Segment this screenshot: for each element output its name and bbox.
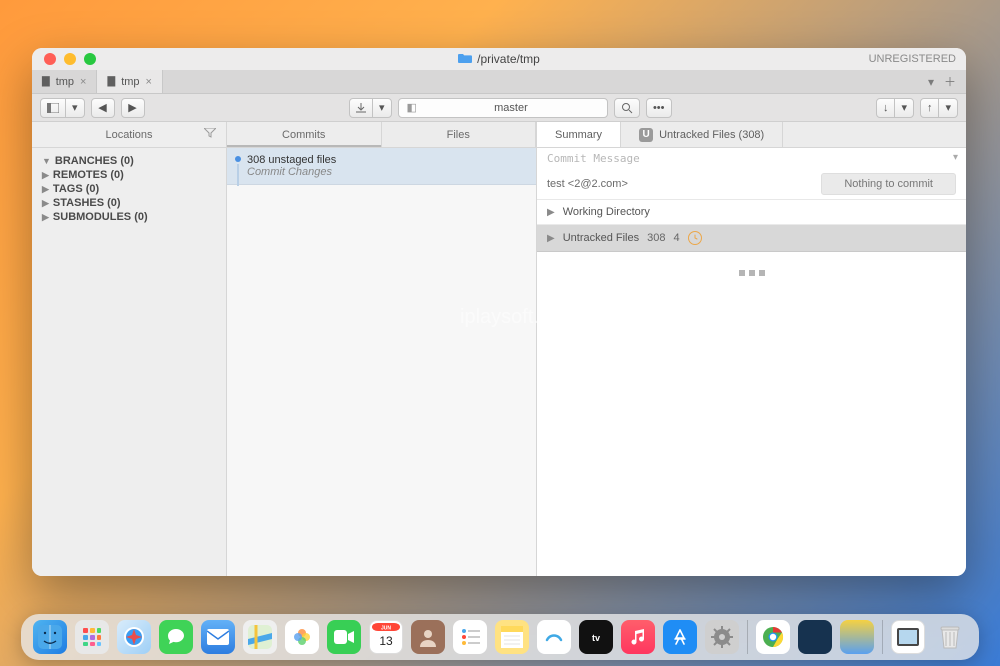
dropdown-icon[interactable]: ▾ bbox=[953, 152, 958, 163]
dock-app-contacts[interactable] bbox=[411, 620, 445, 654]
dock-app-tv[interactable]: tv bbox=[579, 620, 613, 654]
dock-app-calendar[interactable]: JUN 13 bbox=[369, 620, 403, 654]
dock-app-other-2[interactable] bbox=[840, 620, 874, 654]
untracked-extra: 4 bbox=[673, 232, 679, 244]
window-title: /private/tmp bbox=[477, 52, 540, 66]
untracked-badge-icon: U bbox=[639, 128, 653, 142]
section-working-directory[interactable]: ▶ Working Directory bbox=[537, 200, 966, 225]
unregistered-label: UNREGISTERED bbox=[869, 53, 956, 65]
untracked-count: 308 bbox=[647, 232, 665, 244]
back-button[interactable]: ◀ bbox=[91, 98, 115, 118]
commit-subtitle: Commit Changes bbox=[247, 166, 526, 178]
sidebar-item-stashes[interactable]: ▶STASHES (0) bbox=[42, 196, 216, 210]
svg-text:JUN: JUN bbox=[381, 626, 391, 632]
dock-app-reminders[interactable] bbox=[453, 620, 487, 654]
folder-icon: ▇ bbox=[107, 76, 115, 87]
detail-panel: Summary U Untracked Files (308) Commit M… bbox=[537, 122, 966, 576]
tab-summary[interactable]: Summary bbox=[537, 122, 621, 147]
dock-app-preview[interactable] bbox=[891, 620, 925, 654]
commit-item-unstaged[interactable]: 308 unstaged files Commit Changes bbox=[227, 148, 536, 185]
pull-button[interactable]: ↓▾ bbox=[876, 98, 914, 118]
stash-button[interactable]: ▾ bbox=[349, 98, 392, 118]
file-tabbar: ▇ tmp × ▇ tmp × ▾ ＋ bbox=[32, 70, 966, 94]
dock-app-maps[interactable] bbox=[243, 620, 277, 654]
chevron-right-icon: ▶ bbox=[547, 207, 555, 218]
filter-icon[interactable] bbox=[204, 128, 216, 141]
section-untracked-files[interactable]: ▶ Untracked Files 308 4 bbox=[537, 225, 966, 252]
sidebar: Locations ▼BRANCHES (0) ▶REMOTES (0) ▶TA… bbox=[32, 122, 227, 576]
tab-untracked[interactable]: U Untracked Files (308) bbox=[621, 122, 783, 147]
commit-dot-icon bbox=[235, 156, 241, 162]
tab-tmp-1[interactable]: ▇ tmp × bbox=[32, 70, 97, 93]
nothing-to-commit-button[interactable]: Nothing to commit bbox=[821, 173, 956, 195]
more-button[interactable]: ••• bbox=[646, 98, 672, 118]
dock-app-finder[interactable] bbox=[33, 620, 67, 654]
toolbar: ▾ ◀ ▶ ▾ ◧ master ••• ↓▾ ↑▾ bbox=[32, 94, 966, 122]
new-tab-button[interactable]: ＋ bbox=[944, 73, 956, 90]
tab-commits[interactable]: Commits bbox=[227, 122, 382, 147]
dock-app-chrome[interactable] bbox=[756, 620, 790, 654]
commit-message-input[interactable]: Commit Message bbox=[537, 148, 966, 169]
push-button[interactable]: ↑▾ bbox=[920, 98, 958, 118]
branch-selector[interactable]: ◧ master bbox=[398, 98, 608, 118]
search-button[interactable] bbox=[614, 98, 640, 118]
commits-column: Commits Files 308 unstaged files Commit … bbox=[227, 122, 537, 576]
chevron-right-icon: ▶ bbox=[547, 233, 555, 244]
commit-author: test <2@2.com> bbox=[547, 178, 628, 190]
close-icon[interactable]: × bbox=[146, 76, 152, 88]
tab-label: tmp bbox=[121, 76, 139, 88]
sidebar-toggle-button[interactable]: ▾ bbox=[40, 98, 85, 118]
titlebar: /private/tmp UNREGISTERED bbox=[32, 48, 966, 70]
dock-app-settings[interactable] bbox=[705, 620, 739, 654]
dock-app-music[interactable] bbox=[621, 620, 655, 654]
branch-icon: ◧ bbox=[407, 101, 417, 114]
branch-name: master bbox=[423, 102, 599, 114]
folder-icon: ▇ bbox=[42, 76, 50, 87]
dock-separator bbox=[747, 620, 748, 654]
dock-app-launchpad[interactable] bbox=[75, 620, 109, 654]
dock: JUN 13 tv bbox=[21, 614, 979, 660]
sidebar-item-tags[interactable]: ▶TAGS (0) bbox=[42, 182, 216, 196]
forward-button[interactable]: ▶ bbox=[121, 98, 145, 118]
dock-app-messages[interactable] bbox=[159, 620, 193, 654]
svg-text:13: 13 bbox=[379, 634, 393, 648]
app-window: /private/tmp UNREGISTERED ▇ tmp × ▇ tmp … bbox=[32, 48, 966, 576]
commit-title: 308 unstaged files bbox=[247, 154, 526, 166]
dock-app-trash[interactable] bbox=[933, 620, 967, 654]
dock-app-freeform[interactable] bbox=[537, 620, 571, 654]
dock-app-facetime[interactable] bbox=[327, 620, 361, 654]
dock-app-notes[interactable] bbox=[495, 620, 529, 654]
sidebar-item-branches[interactable]: ▼BRANCHES (0) bbox=[42, 154, 216, 168]
sidebar-title: Locations bbox=[105, 129, 152, 141]
dock-separator bbox=[882, 620, 883, 654]
svg-text:tv: tv bbox=[592, 633, 600, 643]
dock-app-mail[interactable] bbox=[201, 620, 235, 654]
tab-tmp-2[interactable]: ▇ tmp × bbox=[97, 70, 162, 93]
dock-app-other-1[interactable] bbox=[798, 620, 832, 654]
dock-app-safari[interactable] bbox=[117, 620, 151, 654]
dock-app-appstore[interactable] bbox=[663, 620, 697, 654]
sidebar-item-remotes[interactable]: ▶REMOTES (0) bbox=[42, 168, 216, 182]
loading-indicator bbox=[537, 252, 966, 294]
close-icon[interactable]: × bbox=[80, 76, 86, 88]
tab-files[interactable]: Files bbox=[382, 122, 537, 147]
folder-icon bbox=[458, 52, 472, 67]
dock-app-photos[interactable] bbox=[285, 620, 319, 654]
tab-filter-icon[interactable]: ▾ bbox=[928, 75, 934, 89]
tab-label: tmp bbox=[56, 76, 74, 88]
clock-icon bbox=[688, 231, 702, 245]
sidebar-item-submodules[interactable]: ▶SUBMODULES (0) bbox=[42, 210, 216, 224]
